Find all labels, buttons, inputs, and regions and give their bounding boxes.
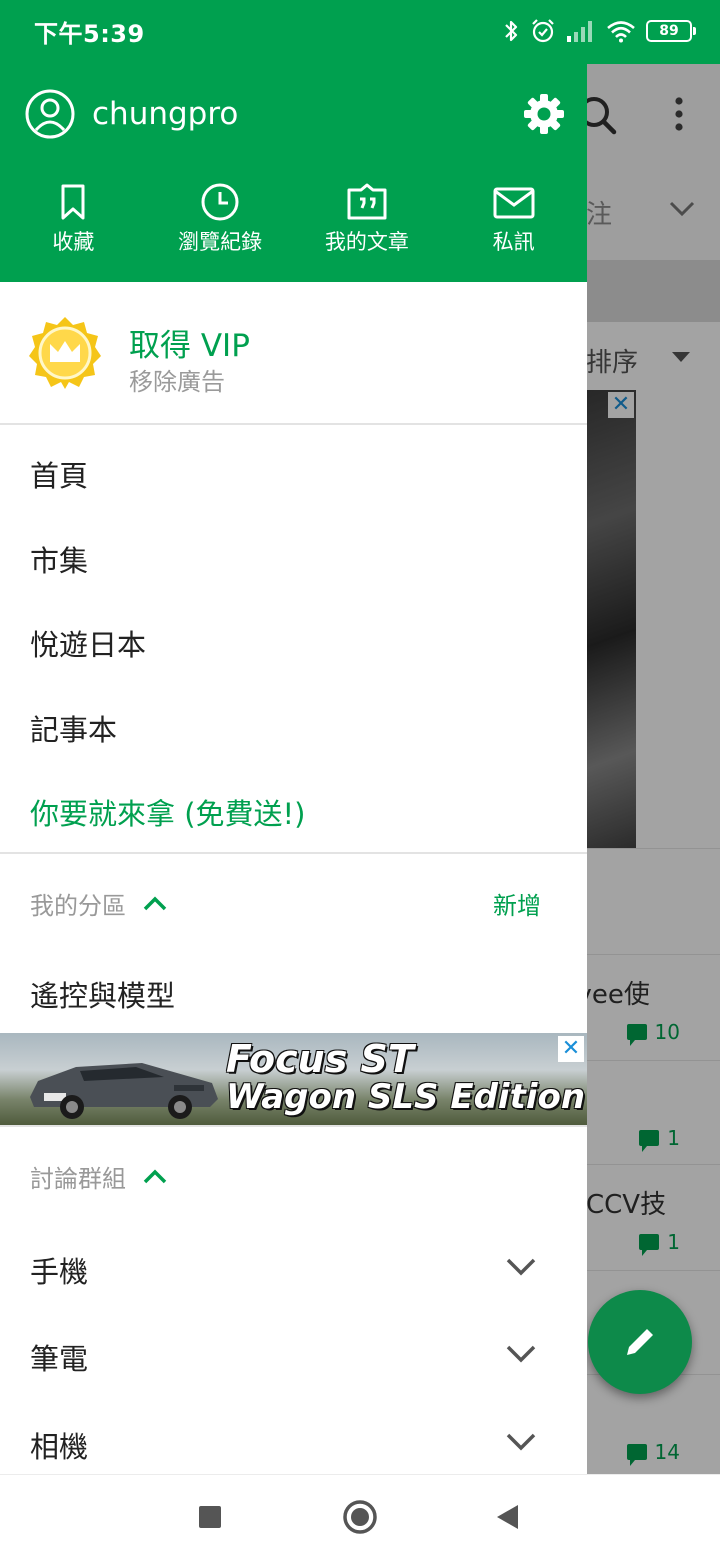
history-label: 瀏覽紀錄 <box>178 230 263 254</box>
group-item-phones[interactable]: 手機 <box>30 1249 88 1291</box>
group-item-laptops[interactable]: 筆電 <box>30 1336 88 1378</box>
mail-icon <box>493 187 535 219</box>
recents-button[interactable] <box>198 1505 222 1529</box>
vip-crown-icon <box>29 317 101 389</box>
section-item-rc-models[interactable]: 遙控與模型 <box>30 973 175 1015</box>
my-articles-button[interactable]: 我的文章 <box>294 182 441 272</box>
group-item-cameras[interactable]: 相機 <box>30 1424 88 1466</box>
vip-banner[interactable]: 取得 VIP 移除廣告 <box>0 282 587 425</box>
ad-subline: Wagon SLS Edition <box>226 1077 586 1117</box>
ad-headline: Focus ST <box>226 1037 414 1081</box>
menu-item-japan-travel[interactable]: 悅遊日本 <box>30 622 146 664</box>
article-icon <box>347 183 387 220</box>
divider <box>0 1125 587 1127</box>
discussion-groups-header[interactable]: 討論群組 <box>30 1159 168 1194</box>
menu-item-home[interactable]: 首頁 <box>30 453 88 495</box>
chevron-down-icon[interactable] <box>505 1432 537 1452</box>
vip-title: 取得 VIP <box>129 328 250 364</box>
menu-item-free-giveaway[interactable]: 你要就來拿 (免費送!) <box>30 791 305 833</box>
favorites-button[interactable]: 收藏 <box>0 182 147 272</box>
compose-fab[interactable] <box>588 1290 692 1394</box>
car-image <box>30 1063 218 1119</box>
chevron-down-icon[interactable] <box>505 1344 537 1364</box>
chevron-up-icon <box>143 896 167 910</box>
bluetooth-icon <box>505 20 518 42</box>
history-button[interactable]: 瀏覽紀錄 <box>147 182 294 272</box>
username[interactable]: chungpro <box>92 96 238 132</box>
gear-icon[interactable] <box>522 92 566 136</box>
status-bar: 下午5:39 89 <box>0 0 720 64</box>
alarm-icon <box>532 19 554 43</box>
add-section-button[interactable]: 新增 <box>493 886 541 921</box>
my-sections-header[interactable]: 我的分區 <box>30 886 168 921</box>
navigation-drawer: chungpro 收藏 瀏覽紀錄 我的文章 私訊 取得 VIP 移除廣告 首頁 … <box>0 64 587 1474</box>
home-button[interactable] <box>342 1499 378 1535</box>
divider <box>0 852 587 854</box>
drawer-header: chungpro 收藏 瀏覽紀錄 我的文章 私訊 <box>0 64 587 282</box>
messages-label: 私訊 <box>492 230 535 254</box>
pencil-icon <box>627 1329 653 1355</box>
back-button[interactable] <box>494 1503 520 1531</box>
menu-item-market[interactable]: 市集 <box>30 538 88 580</box>
status-icons: 89 <box>502 14 696 48</box>
clock-icon <box>201 183 239 221</box>
battery-indicator: 89 <box>646 20 696 42</box>
chevron-down-icon[interactable] <box>505 1257 537 1277</box>
system-nav-bar <box>0 1474 720 1560</box>
signal-icon <box>567 21 592 42</box>
vip-subtitle: 移除廣告 <box>129 368 225 396</box>
my-articles-label: 我的文章 <box>324 230 409 254</box>
chevron-up-icon <box>143 1169 167 1183</box>
favorites-label: 收藏 <box>52 230 95 254</box>
quick-actions: 收藏 瀏覽紀錄 我的文章 私訊 <box>0 182 587 272</box>
bookmark-icon <box>61 184 85 220</box>
messages-button[interactable]: 私訊 <box>440 182 587 272</box>
menu-item-notebook[interactable]: 記事本 <box>30 707 117 749</box>
wifi-icon <box>607 21 635 43</box>
status-time: 下午5:39 <box>34 20 145 48</box>
ad-banner[interactable]: Focus ST Wagon SLS Edition ✕ <box>0 1033 587 1125</box>
discussion-groups-title: 討論群組 <box>30 1165 126 1193</box>
my-sections-title: 我的分區 <box>30 892 126 920</box>
account-icon[interactable] <box>24 88 76 140</box>
close-icon[interactable]: ✕ <box>558 1036 584 1062</box>
